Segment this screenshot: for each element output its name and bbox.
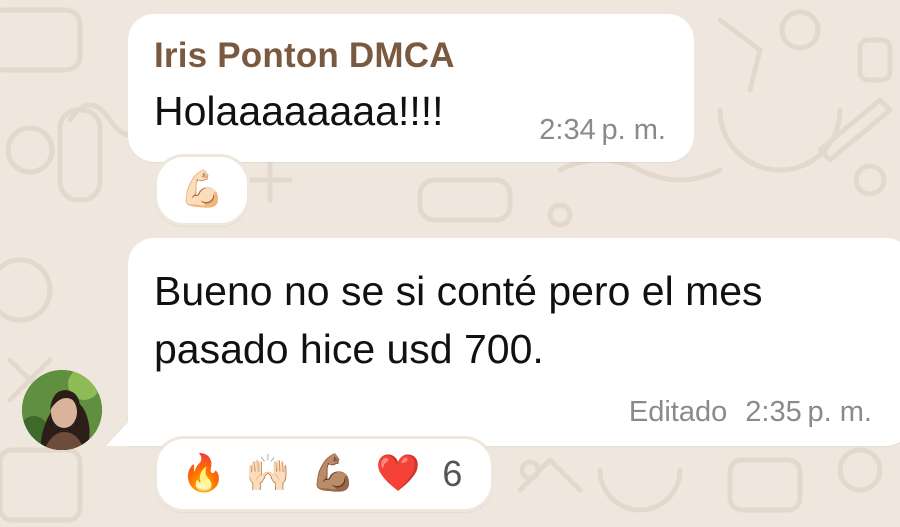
message-text: Holaaaaaaaa!!!!	[154, 88, 444, 134]
reaction-count: 6	[442, 453, 463, 494]
message-meta: Editado 2:35 p. m.	[629, 396, 872, 429]
sender-name[interactable]: Iris Ponton DMCA	[154, 36, 455, 76]
message-text: Bueno no se si conté pero el mes pasado …	[154, 268, 763, 372]
reactions-pill[interactable]: 💪🏻	[154, 154, 250, 226]
message-bubble[interactable]: Bueno no se si conté pero el mes pasado …	[128, 238, 900, 446]
reactions-pill[interactable]: 🔥 🙌🏻 💪🏽 ❤️ 6	[154, 436, 494, 512]
flexed-biceps-medium-icon: 💪🏽	[310, 453, 356, 494]
message-timestamp: 2:34 p. m.	[539, 114, 666, 146]
flexed-biceps-light-icon: 💪🏻	[179, 169, 225, 210]
message-bubble[interactable]: Iris Ponton DMCA Holaaaaaaaa!!!! 2:34 p.…	[128, 14, 694, 162]
edited-label: Editado	[628, 396, 728, 428]
raising-hands-icon: 🙌🏻	[245, 453, 291, 494]
avatar[interactable]	[22, 370, 102, 450]
fire-icon: 🔥	[181, 453, 226, 494]
message-timestamp: 2:35 p. m.	[745, 396, 872, 428]
red-heart-icon: ❤️	[375, 453, 421, 494]
